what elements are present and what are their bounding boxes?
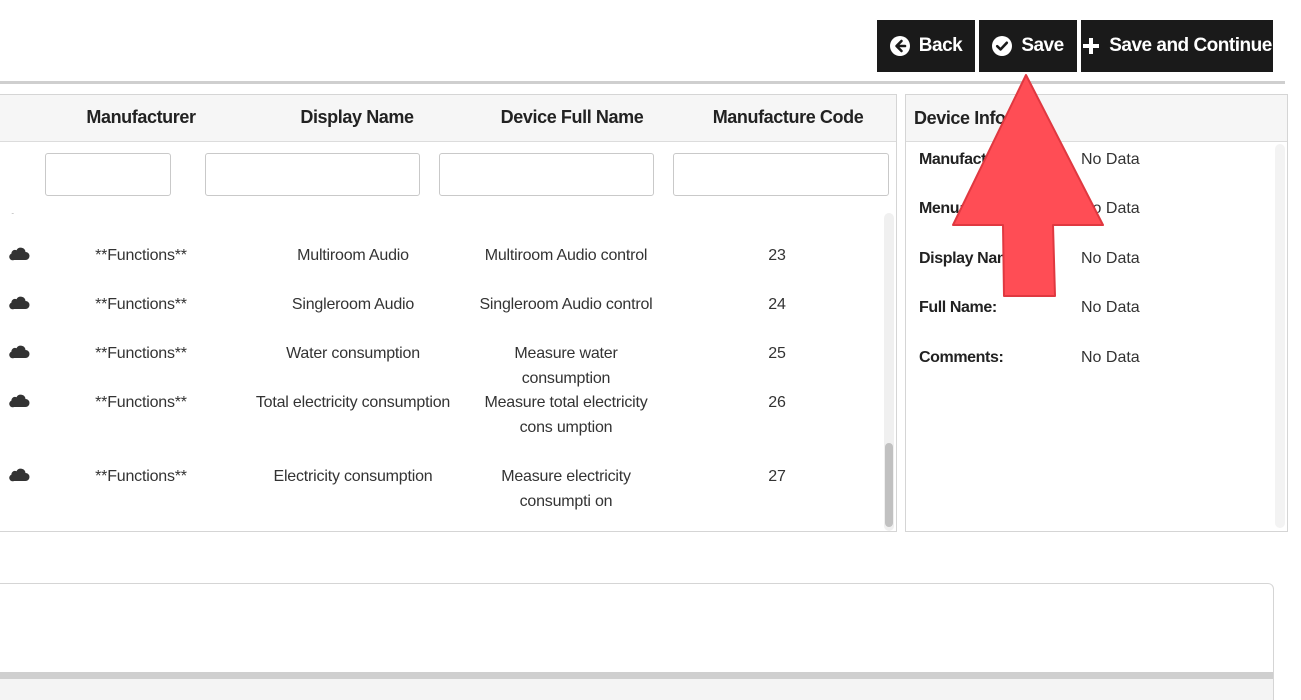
device-full-name-cell: Measure water consumption <box>514 345 618 387</box>
info-value: No Data <box>1081 349 1140 366</box>
device-full-name-filter-input[interactable] <box>439 153 654 196</box>
table-header: Manufacturer Display Name Device Full Na… <box>0 95 896 142</box>
display-name-cell: Singleroom Audio <box>291 296 415 313</box>
display-name-cell: Electricity consumption <box>273 468 433 485</box>
display-name-cell: Water consumption <box>286 345 420 362</box>
manufacturer-cell: **Functions** <box>95 296 187 313</box>
table-body: **Functions** House Modes House Modes co… <box>0 213 879 531</box>
manufacturer-cell: **Functions** <box>95 468 187 485</box>
cloud-icon <box>8 213 30 219</box>
cloud-icon <box>8 345 30 364</box>
device-full-name-cell: Measure total electricity cons umption <box>484 394 648 436</box>
annotation-arrow-icon <box>950 72 1110 307</box>
manufacture-code-cell: 26 <box>768 394 786 411</box>
display-name-filter-input[interactable] <box>205 153 420 196</box>
info-label: Comments: <box>919 349 1004 366</box>
lower-panel <box>0 583 1274 700</box>
manufacture-code-cell: 27 <box>768 468 786 485</box>
toolbar: Back Save Save and Continue <box>877 20 1273 72</box>
devices-table: Manufacturer Display Name Device Full Na… <box>0 94 897 532</box>
device-full-name-cell: Measure electricity consumpti on <box>501 468 631 510</box>
manufacture-code-cell: 24 <box>768 296 786 313</box>
circle-check-icon <box>992 36 1013 56</box>
device-full-name-cell: House Modes control <box>469 213 663 221</box>
back-button[interactable]: Back <box>877 20 975 72</box>
lower-panel-footer <box>0 679 1273 700</box>
column-header-device-full-name[interactable]: Device Full Name <box>469 95 675 142</box>
plus-icon <box>1082 37 1100 55</box>
column-header-manufacturer[interactable]: Manufacturer <box>41 95 241 142</box>
manufacture-code-cell: 25 <box>768 345 786 362</box>
manufacturer-filter-input[interactable] <box>45 153 171 196</box>
manufacturer-cell: **Functions** <box>95 247 187 264</box>
cloud-icon <box>8 247 30 266</box>
manufacture-code-cell: 23 <box>768 247 786 264</box>
display-name-cell: Multiroom Audio <box>297 247 409 264</box>
device-info-scrollbar[interactable] <box>1275 144 1285 528</box>
manufacturer-cell: **Functions** <box>41 213 241 221</box>
column-header-manufacture-code[interactable]: Manufacture Code <box>685 95 891 142</box>
device-full-name-cell: Singleroom Audio control <box>479 296 653 313</box>
manufacture-code-filter-input[interactable] <box>673 153 889 196</box>
manufacturer-cell: **Functions** <box>95 345 187 362</box>
lower-panel-divider <box>0 672 1273 679</box>
cloud-icon <box>8 468 30 487</box>
save-and-continue-button-label: Save and Continue <box>1109 35 1272 56</box>
device-full-name-cell: Multiroom Audio control <box>484 247 648 264</box>
cloud-icon <box>8 394 30 413</box>
display-name-cell: Total electricity consumption <box>255 394 451 411</box>
cloud-icon <box>8 296 30 315</box>
table-scrollbar-thumb[interactable] <box>885 443 893 527</box>
circle-arrow-left-icon <box>889 36 910 56</box>
save-and-continue-button[interactable]: Save and Continue <box>1081 20 1273 72</box>
manufacturer-cell: **Functions** <box>95 394 187 411</box>
column-header-display-name[interactable]: Display Name <box>251 95 463 142</box>
device-info-row-comments: Comments: No Data <box>919 349 1259 374</box>
save-button-label: Save <box>1021 35 1064 56</box>
display-name-cell: House Modes <box>253 213 453 221</box>
manufacture-code-cell: 22 <box>717 213 837 221</box>
back-button-label: Back <box>918 35 963 56</box>
table-scrollbar[interactable] <box>884 213 894 531</box>
save-button[interactable]: Save <box>979 20 1077 72</box>
